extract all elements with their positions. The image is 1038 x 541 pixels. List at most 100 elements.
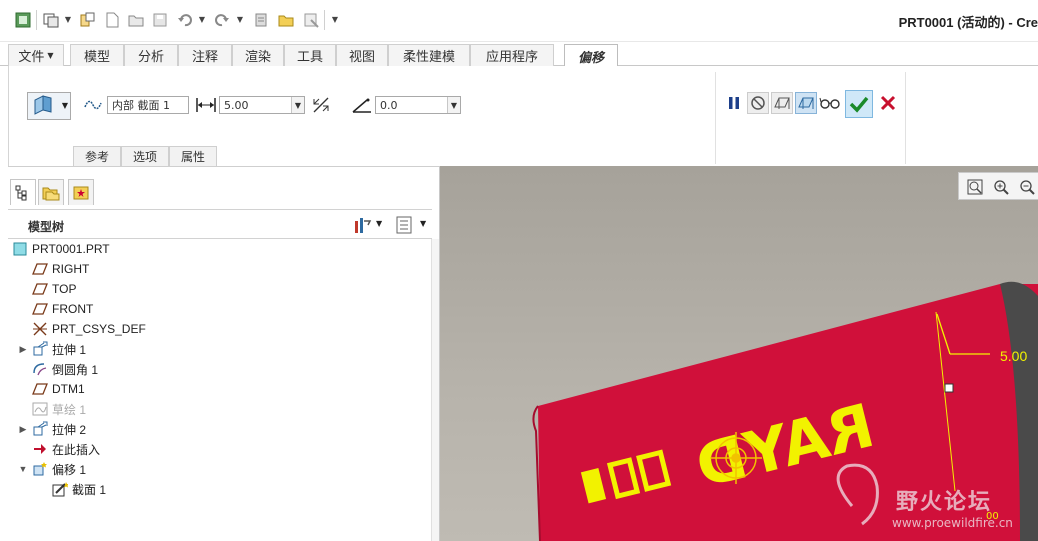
collapse-icon[interactable]: ▼ (18, 464, 28, 474)
section-icon (52, 481, 68, 497)
tree-item-csys[interactable]: PRT_CSYS_DEF (8, 319, 432, 339)
dimension-label[interactable]: 5.00 (1000, 348, 1027, 364)
offset-icon (32, 461, 48, 477)
regen-icon[interactable] (252, 11, 270, 29)
tree-item-right[interactable]: RIGHT (8, 259, 432, 279)
watermark-text: 野火论坛 (896, 490, 993, 515)
verify-button[interactable] (819, 92, 841, 114)
separate-preview-button[interactable] (771, 92, 793, 114)
tab-folder-browser[interactable] (38, 179, 64, 205)
tab-model[interactable]: 模型 (70, 44, 124, 66)
tab-offset-label: 偏移 (577, 50, 604, 66)
tab-flexible-modeling[interactable]: 柔性建模 (388, 44, 470, 66)
new-file-icon[interactable] (103, 11, 121, 29)
tree-item-front[interactable]: FRONT (8, 299, 432, 319)
tree-scrollbar[interactable] (431, 239, 439, 541)
tree-item-insert-here[interactable]: 在此插入 (8, 439, 432, 459)
zoom-out-icon (1020, 180, 1035, 195)
distance-value: 5.00 (224, 98, 249, 112)
chevron-down-icon[interactable]: ▼ (198, 13, 206, 25)
tab-file[interactable]: 文件 ▼ (8, 44, 64, 66)
redo-icon[interactable] (213, 11, 231, 29)
zoom-in-button[interactable] (991, 177, 1011, 197)
glasses-icon (819, 97, 840, 109)
close-icon (880, 95, 896, 111)
cancel-button[interactable] (877, 92, 899, 114)
tree-item-top[interactable]: TOP (8, 279, 432, 299)
tree-item-part[interactable]: PRT0001.PRT (8, 239, 432, 259)
datum-plane-icon (32, 281, 48, 297)
drag-handle[interactable] (944, 383, 954, 393)
tree-item-extrude-2[interactable]: ▶ 拉伸 2 (8, 419, 432, 439)
tree-item-section-1[interactable]: 截面 1 (8, 479, 432, 499)
angle-icon (351, 96, 373, 114)
tab-tools-label: 工具 (296, 50, 323, 65)
part-icon (12, 241, 28, 257)
chevron-down-icon[interactable]: ▼ (64, 13, 72, 25)
chevron-down-icon[interactable]: ▼ (420, 219, 426, 228)
chevron-down-icon[interactable]: ▼ (291, 97, 304, 113)
graphics-viewport[interactable]: RAYD 5.00 野火论坛 www.proewildfire.cn 00 (440, 166, 1038, 541)
chevron-down-icon[interactable]: ▼ (447, 97, 460, 113)
tree-item-label: DTM1 (52, 382, 85, 396)
tab-render[interactable]: 渲染 (232, 44, 284, 66)
expand-icon[interactable]: ▶ (18, 424, 28, 434)
chevron-down-icon[interactable]: ▼ (236, 13, 244, 25)
no-preview-button[interactable] (747, 92, 769, 114)
section-icon (83, 95, 103, 113)
sub-tab-options[interactable]: 选项 (121, 146, 169, 166)
round-icon (32, 361, 48, 377)
offset-type-button[interactable]: ▼ (27, 92, 71, 120)
new-icon[interactable] (78, 11, 96, 29)
tree-item-extrude-1[interactable]: ▶ 拉伸 1 (8, 339, 432, 359)
angle-input[interactable]: 0.0 ▼ (375, 96, 461, 114)
folder-icon[interactable] (277, 11, 295, 29)
customize-icon[interactable]: ▼ (331, 13, 339, 25)
tree-item-sketch-1[interactable]: 草绘 1 (8, 399, 432, 419)
sub-tab-properties[interactable]: 属性 (169, 146, 217, 166)
save-icon[interactable] (151, 11, 169, 29)
tab-tools[interactable]: 工具 (284, 44, 336, 66)
sub-tab-references[interactable]: 参考 (73, 146, 121, 166)
favorites-icon (73, 186, 89, 199)
tree-item-round-1[interactable]: 倒圆角 1 (8, 359, 432, 379)
chevron-down-icon[interactable]: ▼ (376, 219, 382, 228)
tab-applications[interactable]: 应用程序 (470, 44, 554, 66)
regenerate-icon[interactable] (42, 11, 60, 29)
distance-input[interactable]: 5.00 ▼ (219, 96, 305, 114)
ok-button[interactable] (845, 90, 873, 118)
tab-analysis[interactable]: 分析 (124, 44, 178, 66)
view-toolbar (958, 172, 1038, 200)
tab-annotate[interactable]: 注释 (178, 44, 232, 66)
tab-model-tree[interactable] (10, 179, 36, 205)
open-icon[interactable] (127, 11, 145, 29)
tree-item-dtm1[interactable]: DTM1 (8, 379, 432, 399)
sub-tab-properties-label: 属性 (180, 150, 205, 164)
pause-button[interactable] (723, 92, 745, 114)
tab-offset[interactable]: 偏移 (564, 44, 618, 67)
tree-item-label: PRT_CSYS_DEF (52, 322, 146, 336)
ribbon-tabs: 文件 ▼ 模型 分析 注释 渲染 工具 视图 柔性建模 应用程序 偏移 (0, 42, 1038, 67)
navigator-panel: 模型树 ▼ ▼ PRT0001.PRT RIGHT TOP FRONT PRT_… (8, 166, 440, 541)
refit-button[interactable] (965, 177, 985, 197)
tree-item-label: PRT0001.PRT (32, 242, 110, 256)
tree-item-label: FRONT (52, 302, 94, 316)
tab-favorites[interactable] (68, 179, 94, 205)
tab-view[interactable]: 视图 (336, 44, 388, 66)
show-icon[interactable] (394, 215, 414, 235)
zoom-out-button[interactable] (1017, 177, 1037, 197)
settings-icon[interactable] (352, 215, 372, 235)
connected-preview-button[interactable] (795, 92, 817, 114)
window-icon[interactable] (14, 11, 32, 29)
flip-direction-icon[interactable] (311, 96, 331, 114)
tab-model-label: 模型 (83, 50, 110, 65)
tab-annotate-label: 注释 (191, 50, 218, 65)
close-window-icon[interactable] (302, 11, 320, 29)
tab-analysis-label: 分析 (137, 50, 164, 65)
undo-icon[interactable] (176, 11, 194, 29)
tree-item-label: TOP (52, 282, 77, 296)
expand-icon[interactable]: ▶ (18, 344, 28, 354)
section-selector[interactable]: 内部 截面 1 (107, 96, 189, 114)
angle-value: 0.0 (380, 98, 398, 112)
tree-item-offset-1[interactable]: ▼ 偏移 1 (8, 459, 432, 479)
